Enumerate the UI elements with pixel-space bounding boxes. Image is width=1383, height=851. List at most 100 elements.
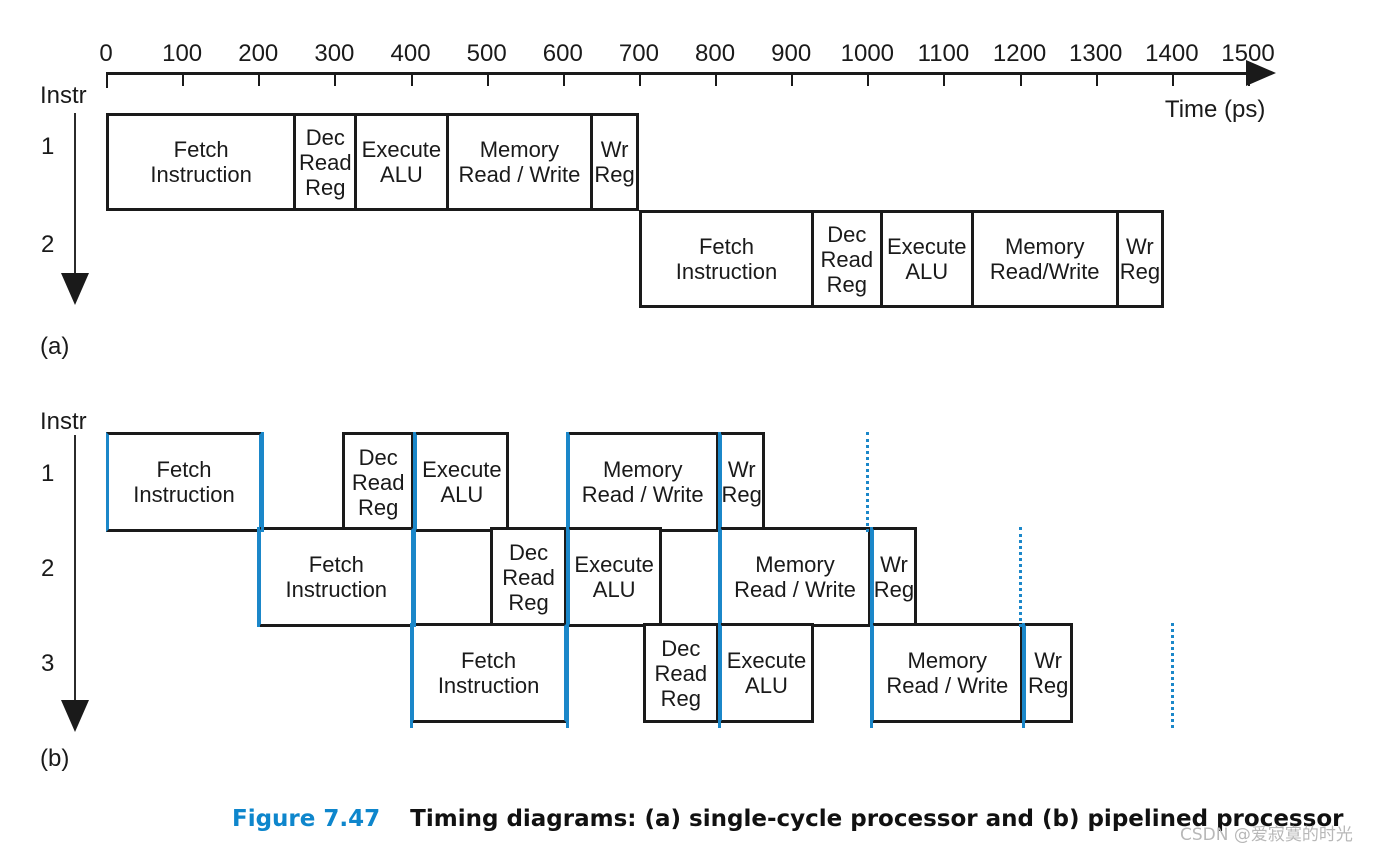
stage-label-line: Reg — [508, 589, 549, 615]
stage-label-line: Instruction — [285, 577, 388, 602]
stage-label-line: Wr — [1034, 648, 1062, 673]
stage-label-line: Memory — [479, 137, 560, 162]
instr-axis-arrow — [61, 700, 89, 732]
stage-label-line: Read/Write — [989, 259, 1100, 284]
stage-label-line: Reg — [357, 494, 399, 520]
instr-row-number-1: 1 — [41, 460, 55, 487]
time-axis-tick — [1095, 72, 1098, 86]
time-axis-tick — [867, 72, 870, 86]
stage-fetch-part-b-instr2: Fetch Instruction — [258, 527, 415, 627]
stage-label-line: Fetch — [308, 552, 364, 577]
stage-label-line: Execute — [422, 457, 502, 482]
clock-edge-line — [409, 623, 413, 728]
stage-label-line: Reg — [1119, 259, 1161, 284]
instr-axis-title: Instr — [40, 82, 87, 109]
part-label-a: (a) — [40, 333, 70, 360]
stage-label-line: Dec — [358, 444, 398, 470]
clock-edge-line — [870, 527, 874, 627]
clock-edge-line — [1022, 623, 1026, 728]
stage-label-line: Reg — [721, 482, 762, 507]
stage-label-line: Read / Write — [886, 673, 1009, 698]
stage-label-line: Execute — [886, 234, 967, 259]
part-label-b: (b) — [40, 745, 70, 772]
time-axis-line — [106, 72, 1248, 75]
clock-edge-dotted-marker — [1170, 623, 1174, 728]
stage-label-line: Wr — [1126, 234, 1154, 259]
stage-label-line: Execute — [726, 648, 807, 673]
time-axis-tick — [1248, 72, 1250, 86]
stage-memory-part-a-instr1: Memory Read / Write — [445, 113, 594, 211]
stage-writeback-part-a-instr2: Wr Reg — [1115, 210, 1165, 308]
stage-label-line: Dec — [508, 539, 549, 565]
stage-label-line: Fetch — [156, 457, 212, 482]
stage-label-line: Fetch — [698, 234, 754, 259]
stage-decode-part-b-instr2: Dec Read Reg — [490, 527, 567, 627]
stage-execute-part-b-instr1: Execute ALU — [414, 432, 510, 532]
clock-edge-line — [261, 432, 265, 532]
stage-fetch-part-b-instr1: Fetch Instruction — [106, 432, 263, 532]
stage-execute-part-a-instr1: Execute ALU — [354, 113, 449, 211]
csdn-watermark: CSDN @爱寂寞的时光 — [1180, 825, 1353, 845]
stage-execute-part-a-instr2: Execute ALU — [879, 210, 974, 308]
clock-edge-line — [413, 432, 417, 532]
stage-label-line: Execute — [574, 552, 654, 577]
stage-label-line: Read / Write — [734, 577, 856, 602]
stage-label-line: Instruction — [150, 162, 252, 187]
stage-label-line: Instruction — [437, 673, 540, 698]
instr-row-number-1: 1 — [41, 133, 55, 160]
stage-label-line: Read / Write — [581, 482, 704, 507]
stage-label-line: Wr — [880, 552, 908, 577]
stage-label-line: Wr — [727, 457, 756, 482]
clock-edge-line — [565, 432, 569, 532]
stage-decode-part-b-instr1: Dec Read Reg — [342, 432, 415, 532]
clock-edge-line — [870, 623, 874, 728]
stage-label-line: ALU — [440, 482, 484, 507]
stage-label-line: ALU — [905, 259, 949, 284]
stage-label-line: Dec — [827, 221, 867, 247]
instr-axis-arrow — [61, 273, 89, 305]
clock-edge-line — [413, 527, 417, 627]
stage-label-line: Dec — [305, 124, 345, 150]
time-axis-tick — [486, 72, 489, 86]
stage-label-line: Read — [351, 469, 405, 495]
stage-label-line: Memory — [907, 648, 987, 673]
stage-label-line: Memory — [603, 457, 683, 482]
time-axis-tick — [791, 72, 794, 86]
time-axis-tick — [1171, 72, 1174, 86]
stage-execute-part-b-instr2: Execute ALU — [566, 527, 662, 627]
time-axis-unit-label: Time (ps) — [1164, 96, 1266, 123]
instr-axis-line — [74, 113, 76, 273]
time-axis-tick — [715, 72, 718, 86]
stage-label-line: Fetch — [461, 648, 517, 673]
clock-edge-line — [717, 623, 721, 728]
stage-label-line: Read — [502, 564, 555, 590]
clock-edge-line — [565, 623, 569, 728]
time-axis-tick-label: 1500 — [1221, 40, 1275, 67]
stage-label-line: Reg — [1027, 673, 1069, 698]
stage-writeback-part-b-instr2: Wr Reg — [871, 527, 917, 627]
stage-fetch-part-a-instr1: Fetch Instruction — [106, 113, 297, 211]
figure-number: Figure 7.47 — [232, 806, 381, 832]
time-axis-tick — [106, 72, 108, 88]
stage-label-line: Reg — [826, 271, 867, 297]
stage-label-line: Read — [298, 149, 352, 175]
stage-label-line: Reg — [305, 174, 346, 200]
stage-label-line: Read — [820, 246, 874, 272]
stage-label-line: Read / Write — [458, 162, 581, 187]
clock-edge-line — [565, 527, 569, 627]
stage-writeback-part-b-instr3: Wr Reg — [1023, 623, 1073, 723]
stage-writeback-part-b-instr1: Wr Reg — [718, 432, 765, 532]
instr-row-number-2: 2 — [41, 231, 55, 258]
stage-label-line: Memory — [1005, 234, 1085, 259]
stage-label-line: Memory — [755, 552, 835, 577]
time-axis-tick — [1019, 72, 1022, 86]
clock-edge-dotted-marker — [866, 432, 870, 532]
stage-label-line: Reg — [594, 162, 635, 187]
stage-memory-part-b-instr1: Memory Read / Write — [566, 432, 719, 532]
stage-label-line: Instruction — [675, 259, 778, 284]
clock-edge-dotted-marker — [1018, 527, 1022, 627]
clock-edge-line — [717, 527, 721, 627]
timing-figure: 0 100 200 300 400 500 600 700 800 900 1000 1100 1200… — [0, 0, 1383, 851]
clock-edge-line — [717, 432, 721, 532]
time-axis-tick — [182, 72, 185, 86]
